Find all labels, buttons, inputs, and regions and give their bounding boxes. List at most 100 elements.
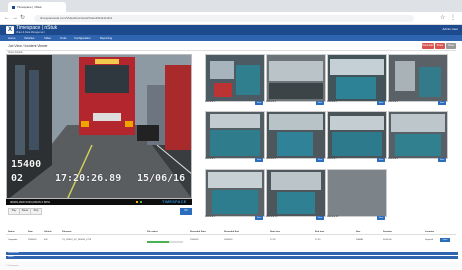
table-cell: TS_VIDEO_02_150616_1720 bbox=[62, 239, 92, 241]
menu-item-home[interactable]: Home bbox=[8, 35, 15, 41]
main-video-player[interactable]: 15400 02 17:20:26.89 15/06/16 bbox=[6, 54, 192, 199]
table-cell: 15/06/16 bbox=[28, 239, 37, 241]
camera-thumbnail[interactable] bbox=[327, 54, 387, 102]
app-logo: X bbox=[6, 26, 14, 34]
notes-panel-bar[interactable]: Notes bbox=[6, 256, 458, 259]
downloads-panel-bar[interactable]: Downloads bbox=[6, 252, 458, 255]
camera-thumbnail[interactable] bbox=[388, 54, 448, 102]
overlay-route: 15400 bbox=[11, 159, 42, 170]
browser-tab[interactable]: Timespace | nStuk bbox=[8, 2, 66, 12]
camera-label: Camera 6 bbox=[266, 158, 277, 160]
camera-thumbnail[interactable] bbox=[266, 169, 326, 217]
camera-label: Camera 5 bbox=[205, 158, 216, 160]
view-camera-button[interactable]: View bbox=[377, 216, 385, 220]
camera-thumbnail[interactable] bbox=[205, 54, 265, 102]
camera-label: Camera 9 bbox=[205, 216, 216, 218]
table-cell: 402 bbox=[44, 239, 48, 241]
camera-image bbox=[206, 55, 264, 101]
column-header[interactable]: Duration bbox=[383, 231, 392, 233]
tab-title: Timespace | nStuk bbox=[17, 5, 42, 9]
table-cell: 17:20 bbox=[270, 239, 276, 241]
camera-label: Camera 8 bbox=[388, 158, 399, 160]
confirm-button[interactable]: OK bbox=[180, 208, 192, 215]
view-camera-button[interactable]: View bbox=[438, 158, 446, 162]
menu-icon[interactable]: ⋮ bbox=[450, 15, 456, 22]
page-footer: © Timespace bbox=[0, 262, 462, 270]
column-header[interactable]: Filename bbox=[62, 231, 71, 233]
column-header[interactable]: Recorded End bbox=[224, 231, 239, 233]
camera-label: Camera 3 bbox=[327, 101, 338, 103]
camera-label: Camera 4 bbox=[388, 101, 399, 103]
menu-item-configuration[interactable]: Configuration bbox=[74, 35, 91, 41]
column-header[interactable]: Status bbox=[8, 231, 15, 233]
camera-image bbox=[389, 112, 447, 158]
menu-item-video[interactable]: Video bbox=[44, 35, 51, 41]
user-name[interactable]: Admin User bbox=[420, 27, 458, 31]
divider bbox=[6, 50, 456, 51]
view-camera-button[interactable]: View bbox=[316, 216, 324, 220]
camera-thumbnail[interactable] bbox=[205, 111, 265, 159]
brand-watermark: TIMESPACE bbox=[162, 200, 187, 204]
bookmark-star-icon[interactable]: ☆ bbox=[440, 15, 445, 22]
view-camera-button[interactable]: View bbox=[316, 101, 324, 105]
camera-image bbox=[267, 112, 325, 158]
column-header[interactable]: File status bbox=[147, 231, 158, 233]
camera-label: Camera 2 bbox=[266, 101, 277, 103]
view-camera-button[interactable]: View bbox=[255, 216, 263, 220]
camera-image bbox=[267, 55, 325, 101]
address-bar[interactable]: timespacestuk.com/VideoDownload/Video#11… bbox=[34, 15, 414, 22]
column-header[interactable]: Start time bbox=[270, 231, 280, 233]
camera-thumbnail[interactable] bbox=[266, 111, 326, 159]
camera-image bbox=[206, 112, 264, 158]
page-title: Job View / Incident Viewer bbox=[8, 44, 48, 48]
camera-thumbnail[interactable] bbox=[205, 169, 265, 217]
camera-label: Camera 10 bbox=[266, 216, 278, 218]
camera-image bbox=[328, 170, 386, 216]
close-button[interactable]: Close bbox=[446, 43, 456, 49]
menu-item-reporting[interactable]: Reporting bbox=[100, 35, 112, 41]
column-header[interactable]: Recorded Start bbox=[190, 231, 206, 233]
app-header bbox=[0, 25, 462, 35]
view-camera-button[interactable]: View bbox=[438, 101, 446, 105]
main-menu bbox=[0, 35, 462, 41]
table-cell: 00:05:00 bbox=[383, 239, 392, 241]
camera-label: Camera 7 bbox=[327, 158, 338, 160]
view-camera-button[interactable]: View bbox=[316, 158, 324, 162]
camera-image bbox=[267, 170, 325, 216]
menu-item-vehicles[interactable]: Vehicles bbox=[24, 35, 34, 41]
camera-label: Camera 11 bbox=[327, 216, 339, 218]
column-header[interactable]: Vehicle bbox=[44, 231, 52, 233]
favicon-icon bbox=[12, 5, 15, 9]
view-camera-button[interactable]: View bbox=[377, 158, 385, 162]
camera-image bbox=[328, 55, 386, 101]
column-header[interactable]: Date bbox=[28, 231, 33, 233]
table-cell: 15/06/16 bbox=[224, 239, 233, 241]
back-icon[interactable]: ← bbox=[4, 15, 10, 22]
column-header[interactable]: Location bbox=[425, 231, 434, 233]
column-header[interactable]: End time bbox=[315, 231, 324, 233]
browser-tabstrip bbox=[0, 0, 462, 12]
camera-thumbnail[interactable] bbox=[327, 111, 387, 159]
forward-icon[interactable]: → bbox=[12, 15, 18, 22]
camera-image bbox=[206, 170, 264, 216]
open-button[interactable]: Open bbox=[440, 238, 450, 242]
table-cell: Depot A bbox=[425, 239, 433, 241]
download-button[interactable]: Download bbox=[422, 43, 434, 49]
app-subtitle: Video & Data Management bbox=[16, 31, 45, 34]
reload-icon[interactable]: ↻ bbox=[20, 15, 25, 22]
column-header[interactable]: Size bbox=[356, 231, 360, 233]
overlay-time: 17:20:26.89 bbox=[55, 173, 122, 184]
camera-thumbnail[interactable] bbox=[327, 169, 387, 217]
share-button[interactable]: Share bbox=[435, 43, 445, 49]
indicator-icon bbox=[140, 201, 142, 203]
view-camera-button[interactable]: View bbox=[255, 101, 263, 105]
stop-button[interactable]: Stop bbox=[30, 208, 42, 215]
view-camera-button[interactable]: View bbox=[377, 101, 385, 105]
camera-label: Camera 1 bbox=[205, 101, 216, 103]
overlay-camera: 02 bbox=[11, 173, 24, 184]
camera-thumbnail[interactable] bbox=[266, 54, 326, 102]
camera-thumbnail[interactable] bbox=[388, 111, 448, 159]
camera-image bbox=[328, 112, 386, 158]
view-camera-button[interactable]: View bbox=[255, 158, 263, 162]
menu-item-tools[interactable]: Tools bbox=[60, 35, 67, 41]
